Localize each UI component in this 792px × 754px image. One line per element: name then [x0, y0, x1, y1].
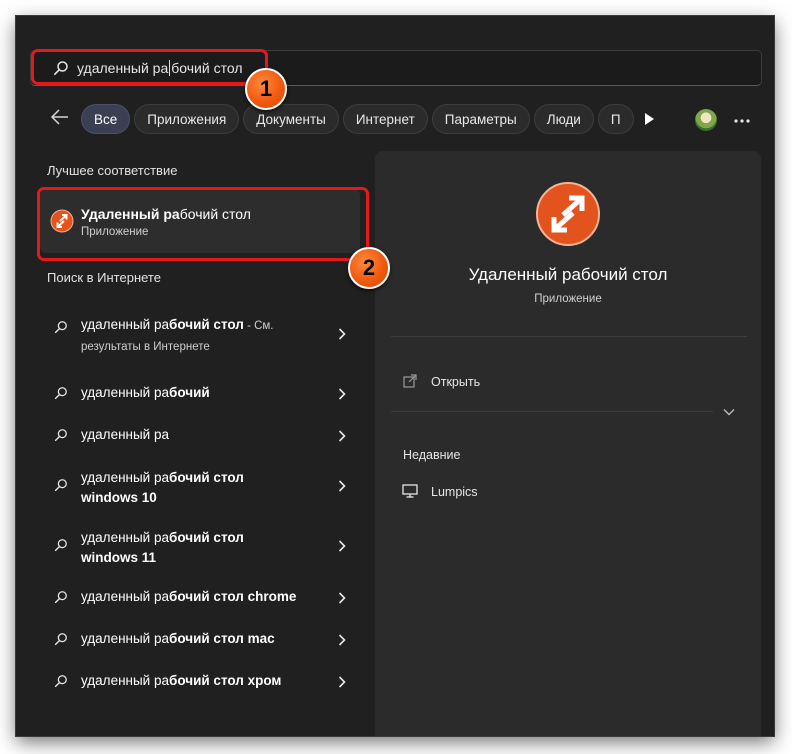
- play-icon[interactable]: [643, 112, 655, 126]
- details-subtitle: Приложение: [534, 293, 602, 305]
- web-result-prefix: удаленный ра: [81, 530, 169, 545]
- chip-settings[interactable]: Параметры: [431, 104, 530, 134]
- chip-internet[interactable]: Интернет: [342, 104, 428, 134]
- web-result-bold: бочий стол chrome: [169, 589, 297, 604]
- chevron-right-icon: [338, 676, 346, 688]
- open-icon: [403, 374, 417, 388]
- recent-item[interactable]: Lumpics: [431, 485, 478, 499]
- web-result-bold: бочий стол: [169, 317, 244, 332]
- web-result-line2: windows 10: [81, 490, 157, 505]
- callout-badge-2: 2: [348, 247, 390, 289]
- more-icon[interactable]: [734, 119, 750, 123]
- web-result-prefix: удаленный ра: [81, 317, 169, 332]
- web-result-text: удаленный рабочий стол windows 10: [81, 468, 244, 508]
- web-result-prefix: удаленный ра: [81, 631, 169, 646]
- divider: [391, 411, 713, 412]
- back-arrow-icon[interactable]: [50, 108, 70, 126]
- web-result-bold: бочий: [169, 385, 210, 400]
- chevron-down-icon[interactable]: [723, 408, 735, 416]
- search-icon: [54, 321, 67, 334]
- web-result-item[interactable]: удаленный рабочий стол - См. результаты в…: [40, 310, 360, 356]
- search-icon: [54, 387, 67, 400]
- details-title: Удаленный рабочий стол: [468, 265, 668, 284]
- web-result-prefix: удаленный ра: [81, 470, 169, 485]
- chevron-right-icon: [338, 592, 346, 604]
- web-result-item[interactable]: удаленный рабочий стол windows 10: [40, 466, 360, 512]
- web-search-heading: Поиск в Интернете: [47, 270, 161, 285]
- chevron-right-icon: [338, 540, 346, 552]
- web-result-item[interactable]: удаленный рабочий стол chrome: [40, 582, 360, 612]
- chevron-right-icon: [338, 430, 346, 442]
- monitor-icon: [402, 484, 418, 498]
- web-result-prefix: удаленный ра: [81, 385, 169, 400]
- web-result-bold: бочий стол: [169, 530, 244, 545]
- chevron-right-icon: [338, 634, 346, 646]
- web-result-text: удаленный рабочий стол mac: [81, 629, 275, 649]
- divider: [391, 336, 747, 337]
- web-result-item[interactable]: удаленный ра: [40, 420, 360, 450]
- web-result-line2: результаты в Интернете: [81, 341, 210, 353]
- web-result-suffix: - См.: [243, 320, 274, 332]
- web-result-line2: windows 11: [81, 550, 157, 565]
- callout-badge-1: 1: [245, 68, 287, 110]
- search-icon: [54, 539, 67, 552]
- web-result-prefix: удаленный ра: [81, 427, 169, 442]
- chip-apps[interactable]: Приложения: [134, 104, 240, 134]
- web-result-item[interactable]: удаленный рабочий стол mac: [40, 624, 360, 654]
- web-result-text: удаленный рабочий стол - См. результаты в…: [81, 315, 274, 357]
- chevron-right-icon: [338, 328, 346, 340]
- avatar-icon[interactable]: [695, 109, 717, 131]
- web-result-item[interactable]: удаленный рабочий: [40, 378, 360, 408]
- web-result-bold: бочий стол: [169, 470, 244, 485]
- chip-people[interactable]: Люди: [533, 104, 594, 134]
- web-result-bold: бочий стол хром: [169, 673, 282, 688]
- search-icon: [54, 633, 67, 646]
- web-result-text: удаленный рабочий стол хром: [81, 671, 281, 691]
- open-action[interactable]: Открыть: [431, 375, 480, 389]
- chevron-right-icon: [338, 388, 346, 400]
- search-icon: [54, 591, 67, 604]
- search-icon: [54, 479, 67, 492]
- web-result-text: удаленный рабочий стол windows 11: [81, 528, 244, 568]
- web-result-item[interactable]: удаленный рабочий стол хром: [40, 666, 360, 696]
- web-result-prefix: удаленный ра: [81, 673, 169, 688]
- chip-all[interactable]: Все: [81, 104, 131, 134]
- web-result-text: удаленный рабочий: [81, 383, 210, 403]
- best-match-heading: Лучшее соответствие: [47, 163, 178, 178]
- filter-chips: Все Приложения Документы Интернет Параме…: [81, 104, 634, 134]
- web-result-bold: бочий стол mac: [169, 631, 275, 646]
- remote-desktop-icon: [536, 182, 600, 246]
- chevron-right-icon: [338, 480, 346, 492]
- web-result-item[interactable]: удаленный рабочий стол windows 11: [40, 526, 360, 572]
- web-result-prefix: удаленный ра: [81, 589, 169, 604]
- callout-highlight-search: [31, 49, 268, 85]
- chip-truncated[interactable]: П: [597, 104, 634, 134]
- web-result-text: удаленный рабочий стол chrome: [81, 587, 296, 607]
- web-result-text: удаленный ра: [81, 425, 169, 445]
- start-search-window: удаленный ра бочий стол Все Приложения До…: [16, 16, 774, 736]
- details-panel: Удаленный рабочий стол Приложение Открыт…: [375, 151, 761, 736]
- callout-highlight-best-match: [37, 187, 369, 261]
- recent-heading: Недавние: [403, 448, 461, 462]
- search-icon: [54, 429, 67, 442]
- search-icon: [54, 675, 67, 688]
